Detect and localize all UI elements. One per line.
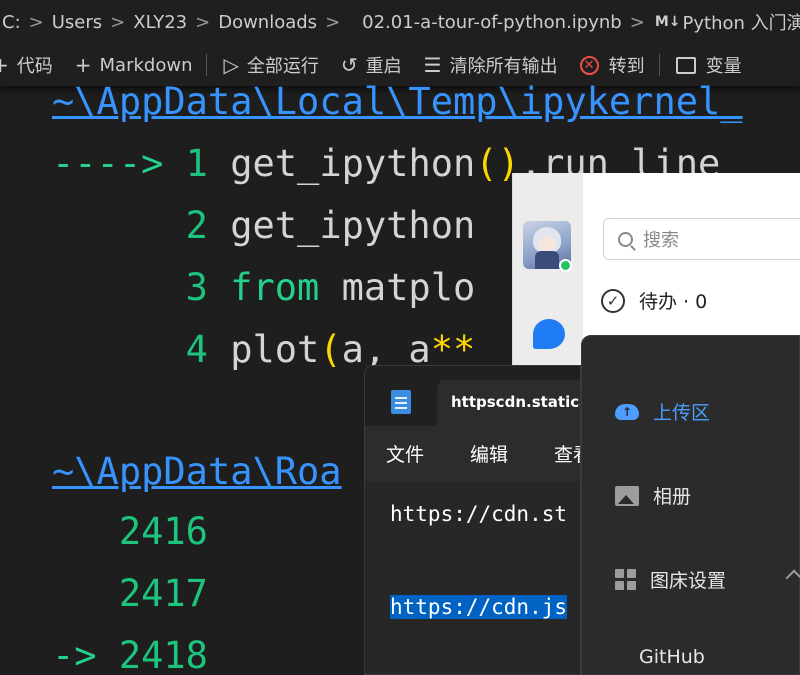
goto-button[interactable]: ✕ 转到 [579,52,645,78]
traceback-path-link[interactable]: ~\AppData\Roa [52,450,342,494]
chevron-right-icon: > [629,11,645,33]
line-number: 2418 [118,634,208,675]
notepad-window: httpscdn.statica 文件 编辑 查看 https://cdn.st… [364,365,581,675]
breadcrumb-users[interactable]: Users [50,12,104,33]
menu-item-label: 上传区 [653,402,711,424]
clear-outputs-icon: ☰ [423,53,442,77]
notepad-text-area[interactable]: https://cdn.st https://cdn.js [365,482,580,674]
selected-text-line: https://cdn.js [390,595,568,619]
line-number: 4 [185,328,208,371]
breadcrumb-notebook-file[interactable]: 02.01-a-tour-of-python.ipynb [360,12,624,33]
keyword-from: from [230,266,320,309]
chevron-right-icon: > [28,11,44,33]
add-markdown-cell-button[interactable]: + Markdown [75,55,193,76]
variables-icon [675,56,696,74]
clear-outputs-button[interactable]: ☰ 清除所有输出 [424,52,558,78]
run-all-icon: ▷ [223,53,239,77]
line-code: matplo [319,266,476,309]
breadcrumb: C: > Users > XLY23 > Downloads > 02.01-a… [0,0,800,44]
add-code-label: 代码 [16,56,53,77]
add-markdown-label: Markdown [99,54,193,76]
restart-icon: ↺ [340,53,358,77]
chat-bubble-icon[interactable] [533,319,565,349]
menu-item-upload[interactable]: ↑ 上传区 [615,398,710,425]
breadcrumb-section[interactable]: Python 入门演示 [681,9,800,35]
menu-item-label: GitHub [639,646,705,668]
text-line: https://cdn.st [390,502,568,526]
traceback-line: 2416 [52,510,208,554]
todo-label: 待办 · 0 [639,291,708,313]
album-icon [615,485,639,506]
settings-grid-icon [615,569,636,590]
notepad-menubar: 文件 编辑 查看 [365,426,580,482]
search-placeholder: 搜索 [643,230,679,251]
menu-item-label: 相册 [653,486,692,508]
traceback-line: 3 from matplo [52,266,476,310]
plus-icon: + [74,53,92,77]
line-number: 2417 [118,572,208,615]
stop-icon: ✕ [579,55,599,75]
run-all-button[interactable]: ▷ 全部运行 [223,52,318,78]
menu-edit[interactable]: 编辑 [470,440,508,467]
plus-icon: + [0,53,9,77]
todo-check-icon: ✓ [601,288,625,313]
breadcrumb-downloads[interactable]: Downloads [216,12,319,33]
traceback-line: -> 2418 [52,634,208,675]
markdown-icon: M↓ [654,14,681,30]
toolbar-divider [206,54,208,76]
cloud-upload-icon: ↑ [615,403,639,420]
search-icon [618,231,633,247]
menu-item-label: 图床设置 [650,570,727,592]
notepad-titlebar: httpscdn.statica [365,366,580,426]
menu-item-image-host-settings[interactable]: 图床设置 [615,566,726,593]
chevron-right-icon: > [325,11,341,33]
traceback-arrow: ----> [52,142,164,185]
add-code-cell-button[interactable]: + 代码 [0,52,53,78]
clear-outputs-label: 清除所有输出 [449,56,558,77]
goto-label: 转到 [608,56,645,77]
toolbar-divider [658,54,660,76]
variables-button[interactable]: 变量 [675,52,742,78]
line-number: 3 [185,266,208,309]
restart-button[interactable]: ↺ 重启 [341,52,402,78]
menu-file[interactable]: 文件 [386,440,424,467]
line-code: get_ipython [230,204,476,247]
notepad-tab[interactable]: httpscdn.statica [437,380,580,426]
chevron-right-icon: > [195,11,211,33]
variables-label: 变量 [705,56,742,77]
line-number: 1 [185,142,208,185]
breadcrumb-drive[interactable]: C: [0,12,23,33]
restart-label: 重启 [365,56,402,77]
traceback-line: 2417 [52,572,208,616]
run-all-label: 全部运行 [246,56,319,77]
menu-view[interactable]: 查看 [554,440,580,467]
line-number: 2 [185,204,208,247]
traceback-path-link[interactable]: ~\AppData\Local\Temp\ipykernel_ [52,80,743,124]
traceback-arrow: -> [52,634,97,675]
online-status-dot [559,259,572,272]
menu-item-album[interactable]: 相册 [615,482,691,509]
todo-item[interactable]: ✓ 待办 · 0 [601,287,707,314]
chevron-right-icon: > [110,11,126,33]
line-number: 2416 [118,510,208,553]
notepad-icon [391,390,411,414]
traceback-line: 2 get_ipython [52,204,476,248]
breadcrumb-user[interactable]: XLY23 [131,12,189,33]
menu-item-github[interactable]: GitHub [639,646,705,668]
search-input[interactable]: 搜索 [603,218,800,260]
